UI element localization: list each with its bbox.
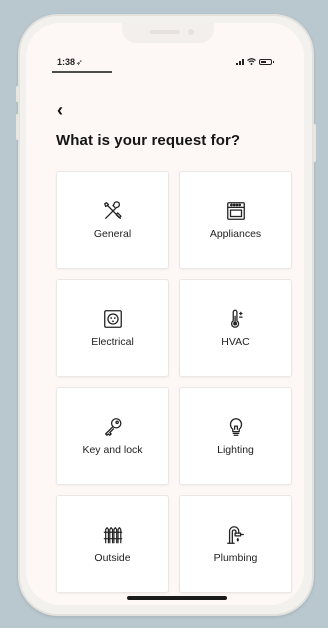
category-grid: General Appliances Electrical HVAC Key a… [56, 171, 304, 593]
category-label: Lighting [217, 444, 254, 456]
lightbulb-icon [225, 416, 247, 438]
status-time: 1:38➶ [57, 57, 83, 67]
back-button[interactable]: ‹ [57, 101, 63, 119]
category-label: Appliances [209, 228, 262, 240]
category-tile-electrical[interactable]: Electrical [56, 279, 169, 377]
faucet-icon [225, 524, 247, 546]
battery-icon [259, 58, 274, 65]
speaker-grille [150, 30, 180, 34]
category-tile-outside[interactable]: Outside [56, 495, 169, 593]
side-button-volume-up [16, 114, 19, 140]
category-label: Key and lock [82, 444, 143, 456]
key-icon [102, 416, 124, 438]
category-label: HVAC [221, 336, 250, 348]
tools-icon [102, 200, 124, 222]
home-indicator[interactable] [127, 596, 227, 600]
category-tile-key-and-lock[interactable]: Key and lock [56, 387, 169, 485]
app-screen: 1:38➶ ‹ What is your request for? Genera… [26, 23, 304, 605]
status-underline [52, 71, 112, 73]
oven-icon [225, 200, 247, 222]
category-tile-plumbing[interactable]: Plumbing [179, 495, 292, 593]
category-label: Outside [94, 552, 131, 564]
notch [122, 23, 214, 43]
category-label: Electrical [91, 336, 134, 348]
side-button-power [313, 124, 316, 162]
wifi-icon [247, 58, 256, 65]
category-label: General [93, 228, 132, 240]
fence-icon [102, 524, 124, 546]
category-tile-general[interactable]: General [56, 171, 169, 269]
phone-frame: 1:38➶ ‹ What is your request for? Genera… [16, 14, 316, 616]
category-tile-lighting[interactable]: Lighting [179, 387, 292, 485]
location-icon: ➶ [76, 58, 83, 67]
category-tile-appliances[interactable]: Appliances [179, 171, 292, 269]
front-camera [188, 29, 194, 35]
page-title: What is your request for? [56, 132, 241, 149]
side-button-mute [16, 86, 19, 102]
status-icons [236, 58, 274, 65]
outlet-icon [102, 308, 124, 330]
category-label: Plumbing [213, 552, 258, 564]
category-tile-hvac[interactable]: HVAC [179, 279, 292, 377]
thermometer-icon [225, 308, 247, 330]
cellular-signal-icon [236, 58, 244, 65]
